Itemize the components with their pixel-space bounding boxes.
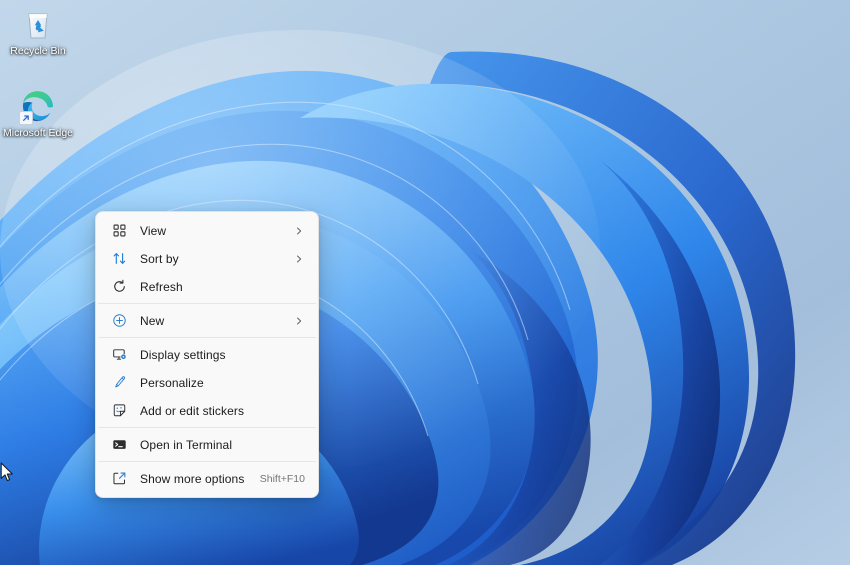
desktop-context-menu[interactable]: View Sort by Refresh New Display setting… [95,211,319,498]
menu-item-add-edit-stickers[interactable]: Add or edit stickers [100,397,314,424]
menu-separator [98,461,316,462]
desktop-icon-label: Recycle Bin [10,45,66,57]
shortcut-overlay-icon [19,111,33,125]
chevron-right-icon [293,315,305,327]
refresh-icon [110,278,128,296]
chevron-right-icon [293,225,305,237]
menu-item-open-in-terminal[interactable]: Open in Terminal [100,431,314,458]
expand-arrow-icon [110,470,128,488]
grid-view-icon [110,222,128,240]
sort-arrows-icon [110,250,128,268]
menu-item-new[interactable]: New [100,307,314,334]
menu-separator [98,427,316,428]
menu-item-personalize[interactable]: Personalize [100,369,314,396]
chevron-right-icon [293,253,305,265]
plus-circle-icon [110,312,128,330]
recycle-bin-icon [20,6,56,42]
menu-item-label: Personalize [140,375,204,390]
menu-item-label: View [140,223,167,238]
menu-separator [98,303,316,304]
desktop[interactable]: Recycle Bin Microsoft Edge View Sort by … [0,0,850,565]
menu-item-show-more-options[interactable]: Show more options Shift+F10 [100,465,314,492]
menu-item-label: Add or edit stickers [140,403,245,418]
microsoft-edge-icon [19,88,56,125]
terminal-icon [110,436,128,454]
menu-separator [98,337,316,338]
sticker-icon [110,402,128,420]
menu-item-label: Refresh [140,279,183,294]
desktop-icon-label: Microsoft Edge [2,127,74,139]
menu-item-display-settings[interactable]: Display settings [100,341,314,368]
paintbrush-icon [110,374,128,392]
menu-item-label: Sort by [140,251,179,266]
menu-item-sort-by[interactable]: Sort by [100,245,314,272]
menu-item-refresh[interactable]: Refresh [100,273,314,300]
menu-item-label: Open in Terminal [140,437,233,452]
desktop-icon-microsoft-edge[interactable]: Microsoft Edge [0,88,76,139]
monitor-gear-icon [110,346,128,364]
menu-item-label: Display settings [140,347,226,362]
desktop-icon-recycle-bin[interactable]: Recycle Bin [0,6,76,57]
menu-item-label: New [140,313,165,328]
menu-item-accelerator: Shift+F10 [259,472,305,485]
menu-item-view[interactable]: View [100,217,314,244]
menu-item-label: Show more options [140,471,245,486]
